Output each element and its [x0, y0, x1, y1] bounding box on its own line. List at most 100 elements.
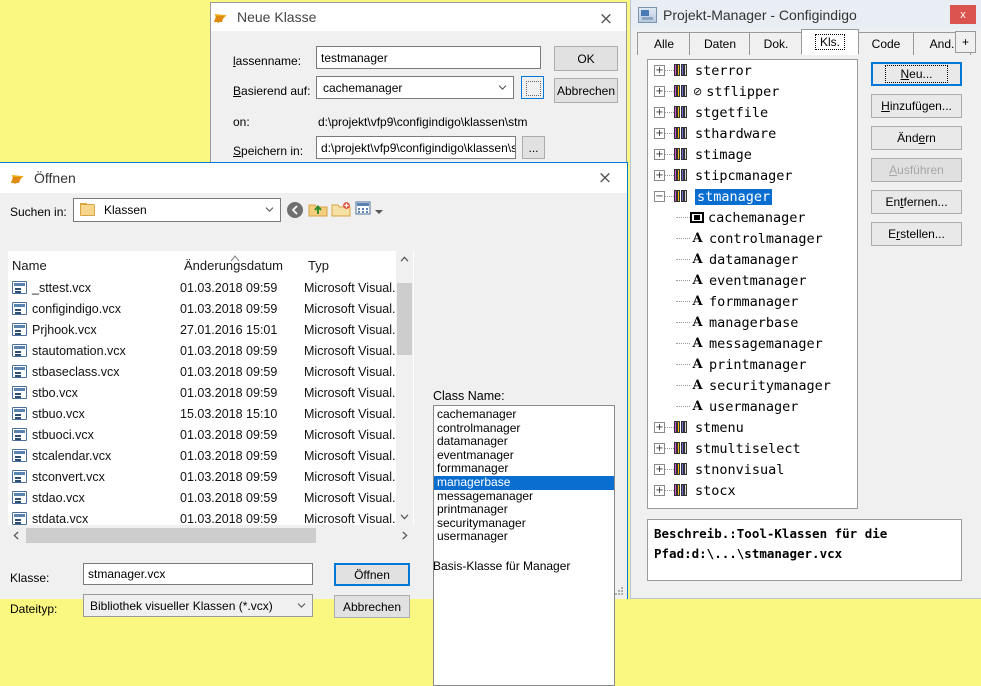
klasse-input[interactable]: stmanager.vcx [83, 563, 313, 585]
tree-node[interactable]: + stnonvisual [648, 459, 857, 480]
cancel-button[interactable]: Abbrechen [554, 78, 618, 103]
pm-button-hinzufgen[interactable]: Hinzufügen... [871, 94, 962, 118]
collapse-icon[interactable]: − [654, 191, 665, 202]
pm-button-erstellen[interactable]: Erstellen... [871, 222, 962, 246]
close-button[interactable]: x [950, 5, 976, 24]
views-icon[interactable] [355, 200, 373, 220]
tree-node[interactable]: cachemanager [648, 207, 857, 228]
basierend-auf-browse-button[interactable] [521, 76, 544, 99]
tab-alle[interactable]: Alle [637, 32, 691, 55]
file-row[interactable]: stautomation.vcx 01.03.2018 09:59 Microsof… [8, 340, 414, 361]
close-icon[interactable]: × [594, 11, 618, 29]
tree-node[interactable]: + stmultiselect [648, 438, 857, 459]
expand-icon[interactable]: + [654, 422, 665, 433]
file-row[interactable]: stbaseclass.vcx 01.03.2018 09:59 Microsoft… [8, 361, 414, 382]
class-name-item[interactable]: printmanager [434, 503, 614, 517]
suchen-in-combo[interactable]: Klassen [73, 198, 281, 222]
scroll-thumb[interactable] [26, 528, 316, 543]
expand-icon[interactable]: + [654, 107, 665, 118]
tree-node[interactable]: + sthardware [648, 123, 857, 144]
class-name-item[interactable]: eventmanager [434, 448, 614, 463]
tree-node[interactable]: Aprintmanager [648, 354, 857, 375]
column-header-date[interactable]: Änderungsdatum [184, 258, 308, 277]
tree-node[interactable]: Acontrolmanager [648, 228, 857, 249]
file-row[interactable]: configindigo.vcx 01.03.2018 09:59 Microsof… [8, 298, 414, 319]
class-name-list[interactable]: cachemanager controlmanager datamanager eve… [433, 405, 615, 686]
file-row[interactable]: stbo.vcx 01.03.2018 09:59 Microsoft Visual… [8, 382, 414, 403]
cancel-button[interactable]: Abbrechen [334, 595, 410, 618]
file-list-scrollbar-vertical[interactable] [396, 251, 413, 525]
tree-node[interactable]: + stipcmanager [648, 165, 857, 186]
tree-node[interactable]: Aformmanager [648, 291, 857, 312]
file-row[interactable]: stbuo.vcx 15.03.2018 15:10 Microsoft Visua… [8, 403, 414, 424]
tab-code[interactable]: Code [857, 32, 915, 55]
file-row[interactable]: stdao.vcx 01.03.2018 09:59 Microsoft Visua… [8, 487, 414, 508]
tree-node[interactable]: + ⊘ stflipper [648, 81, 857, 102]
class-name-item[interactable]: controlmanager [434, 421, 614, 436]
tree-node[interactable]: + stimage [648, 144, 857, 165]
views-dropdown-icon[interactable] [374, 205, 384, 219]
expand-icon[interactable]: + [654, 485, 665, 496]
close-icon[interactable]: × [593, 170, 617, 188]
tree-node[interactable]: Amanagerbase [648, 312, 857, 333]
neue-klasse-titlebar[interactable]: Neue Klasse × [211, 3, 626, 32]
tree-node[interactable]: + stocx [648, 480, 857, 501]
class-name-item[interactable]: datamanager [434, 435, 614, 449]
tree-node[interactable]: + stmenu [648, 417, 857, 438]
class-name-item[interactable]: messagemanager [434, 489, 614, 504]
tree-node[interactable]: − stmanager [648, 186, 857, 207]
tree-node[interactable]: + sterror [648, 60, 857, 81]
column-header-name[interactable]: Name [8, 258, 184, 277]
scroll-up-icon[interactable] [396, 251, 413, 268]
project-tree[interactable]: + sterror + ⊘ stflipper + stgetfile + sthardware… [647, 59, 858, 509]
expand-icon[interactable]: + [654, 149, 665, 160]
klassenname-input[interactable]: testmanager [316, 46, 541, 69]
pm-button-entfernen[interactable]: Entfernen... [871, 190, 962, 214]
tree-node[interactable]: Ausermanager [648, 396, 857, 417]
scroll-down-icon[interactable] [396, 508, 413, 525]
class-name-item[interactable]: securitymanager [434, 516, 614, 531]
file-row[interactable]: stcalendar.vcx 01.03.2018 09:59 Microsoft … [8, 445, 414, 466]
scroll-right-icon[interactable] [396, 527, 413, 544]
class-name-item[interactable]: usermanager [434, 530, 614, 544]
ok-button[interactable]: OK [554, 46, 618, 71]
file-row[interactable]: Prjhook.vcx 27.01.2016 15:01 Microsoft Vis… [8, 319, 414, 340]
column-header-type[interactable]: Typ [308, 258, 404, 277]
expand-icon[interactable]: + [654, 464, 665, 475]
expand-icon[interactable]: + [654, 170, 665, 181]
class-name-item[interactable]: cachemanager [434, 407, 614, 422]
speichern-in-input[interactable]: d:\projekt\vfp9\configindigo\klassen\st [316, 136, 516, 159]
new-folder-icon[interactable] [331, 200, 353, 220]
file-row[interactable]: stbuoci.vcx 01.03.2018 09:59 Microsoft Vis… [8, 424, 414, 445]
projekt-manager-titlebar[interactable]: Projekt-Manager - Configindigo x [631, 0, 981, 29]
expand-icon[interactable]: + [654, 443, 665, 454]
scroll-thumb[interactable] [397, 283, 412, 355]
dateityp-combo[interactable]: Bibliothek visueller Klassen (*.vcx) [83, 594, 313, 617]
file-row[interactable]: _sttest.vcx 01.03.2018 09:59 Microsoft Vis… [8, 277, 414, 298]
pm-button-ndern[interactable]: Ändern [871, 126, 962, 150]
up-folder-icon[interactable] [308, 200, 330, 220]
speichern-in-browse-button[interactable]: ... [522, 136, 545, 159]
class-name-item[interactable]: formmanager [434, 462, 614, 476]
tree-node[interactable]: Asecuritymanager [648, 375, 857, 396]
file-list-scrollbar-horizontal[interactable] [8, 527, 413, 544]
file-list[interactable]: Name Änderungsdatum Typ _sttest.vcx 01.03… [8, 251, 414, 525]
file-row[interactable]: stconvert.vcx 01.03.2018 09:59 Microsoft V… [8, 466, 414, 487]
back-icon[interactable] [285, 200, 307, 220]
scroll-left-icon[interactable] [8, 527, 25, 544]
oeffnen-titlebar[interactable]: Öffnen × [0, 163, 627, 193]
tree-node[interactable]: Amessagemanager [648, 333, 857, 354]
more-tabs-button[interactable]: + [955, 31, 976, 53]
resize-grip[interactable] [614, 585, 624, 595]
tree-node[interactable]: + stgetfile [648, 102, 857, 123]
open-button[interactable]: Öffnen [334, 563, 410, 586]
tree-node[interactable]: Adatamanager [648, 249, 857, 270]
tab-daten[interactable]: Daten [689, 32, 751, 55]
tab-dok[interactable]: Dok. [749, 32, 803, 55]
file-row[interactable]: stdata.vcx 01.03.2018 09:59 Microsoft Visu… [8, 508, 414, 525]
class-name-item[interactable]: managerbase [434, 475, 614, 490]
expand-icon[interactable]: + [654, 86, 665, 97]
pm-button-neu[interactable]: Neu... [871, 62, 962, 86]
tree-node[interactable]: Aeventmanager [648, 270, 857, 291]
expand-icon[interactable]: + [654, 128, 665, 139]
